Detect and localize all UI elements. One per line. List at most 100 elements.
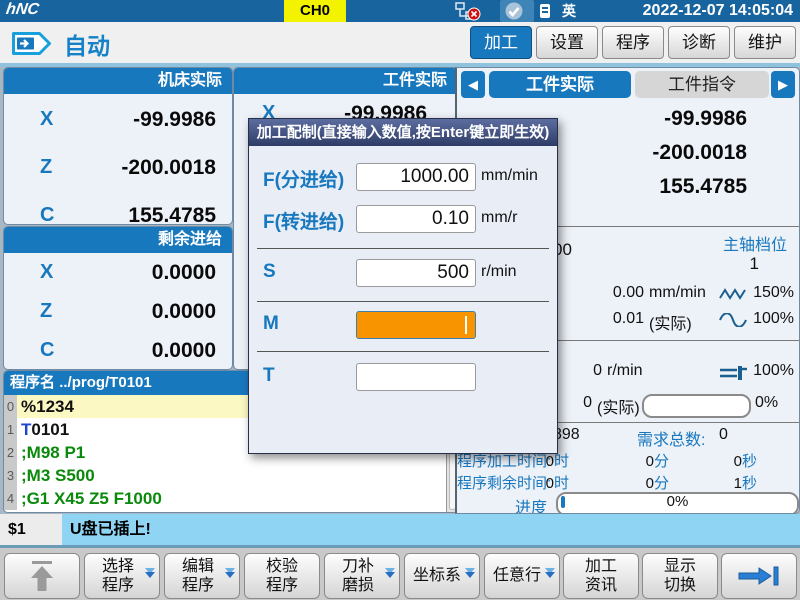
t-code-input[interactable] bbox=[356, 363, 476, 391]
arrow-right-to-end-icon bbox=[737, 564, 781, 588]
edit-program-button[interactable]: 编辑程序 bbox=[164, 553, 240, 599]
feed-per-rev-input[interactable]: 0.10 bbox=[356, 205, 476, 233]
axis-value: -99.9986 bbox=[133, 108, 216, 132]
text-cursor bbox=[465, 316, 467, 334]
tab-diagnosis[interactable]: 诊断 bbox=[668, 26, 730, 59]
next-menu-button[interactable] bbox=[721, 553, 797, 599]
select-program-button[interactable]: 选择程序 bbox=[84, 553, 160, 599]
t-code-label: T bbox=[263, 365, 275, 387]
progress-bar: 0% bbox=[556, 492, 799, 514]
tab-scroll-right-button[interactable]: ▶ bbox=[771, 71, 795, 98]
spindle-speed-label: S bbox=[263, 261, 276, 283]
axis-label: C bbox=[40, 204, 54, 225]
axis-value: 155.4785 bbox=[128, 204, 216, 225]
spindle-override-icon bbox=[719, 365, 751, 381]
remaining-time-row: 程序剩余时间: 0时 0分 1秒 bbox=[457, 472, 799, 490]
axis-label: Z bbox=[40, 300, 52, 323]
workpiece-actual-title: 工件实际 bbox=[234, 68, 457, 94]
axis-label: C bbox=[40, 339, 54, 362]
lang-indicator: 英 bbox=[562, 0, 576, 22]
channel-badge[interactable]: CH0 bbox=[284, 0, 346, 22]
display-switch-button[interactable]: 显示切换 bbox=[642, 553, 718, 599]
cnc-screen: hNC CH0 英 2022-12-07 14:05:04 自动 加工 设置 程… bbox=[0, 0, 800, 600]
softkey-toolbar: 选择程序 编辑程序 校验程序 刀补磨损 坐标系 任意行 加工资讯 显示切换 bbox=[0, 548, 800, 600]
page-up-button[interactable] bbox=[4, 553, 80, 599]
tab-workpiece-actual[interactable]: 工件实际 bbox=[489, 71, 631, 98]
program-line[interactable]: 4 ;G1 X45 Z5 F1000 bbox=[4, 487, 457, 510]
progress-value: 0% bbox=[558, 494, 797, 510]
verify-program-button[interactable]: 校验程序 bbox=[244, 553, 320, 599]
rapid-override-value: 100% bbox=[752, 310, 794, 328]
tab-maintenance[interactable]: 维护 bbox=[734, 26, 796, 59]
axis-row: X -99.9986 bbox=[4, 100, 232, 142]
program-name-label: 程序名 bbox=[10, 374, 55, 391]
tab-machining[interactable]: 加工 bbox=[470, 26, 532, 59]
spindle-override-value: 100% bbox=[752, 362, 794, 380]
line-number: 4 bbox=[4, 487, 17, 510]
progress-row: 进度 0% bbox=[457, 492, 799, 514]
spindle-speed-unit: r/min bbox=[481, 263, 517, 281]
m-code-row: M bbox=[249, 311, 557, 341]
tab-scroll-left-button[interactable]: ◀ bbox=[461, 71, 485, 98]
spindle-gear-value: 1 bbox=[750, 254, 759, 274]
spindle-load-value: 0% bbox=[755, 394, 795, 412]
feed-actual-label: (实际) bbox=[649, 310, 692, 334]
axis-value: 0.0000 bbox=[152, 300, 216, 324]
spindle-speed-input[interactable]: 500 bbox=[356, 259, 476, 287]
axis-row: Z 0.0000 bbox=[4, 294, 232, 331]
axis-row: C 0.0000 bbox=[4, 333, 232, 370]
feed-per-rev-row: F(转进给) 0.10 mm/r bbox=[249, 205, 557, 235]
arrow-up-to-top-icon bbox=[27, 560, 57, 592]
feed-unit: mm/min bbox=[649, 284, 706, 302]
spindle-unit: r/min bbox=[607, 362, 643, 380]
ime-icon bbox=[540, 4, 550, 18]
m-code-label: M bbox=[263, 313, 279, 335]
divider bbox=[257, 301, 549, 302]
chevron-down-icon bbox=[465, 570, 475, 578]
machining-config-dialog: 加工配制(直接输入数值,按Enter键立即生效) F(分进给) 1000.00 … bbox=[248, 118, 558, 454]
spindle-load-bar bbox=[642, 394, 751, 418]
remaining-feed-title: 剩余进给 bbox=[4, 227, 232, 253]
spindle-gear-label: 主轴档位 bbox=[723, 231, 787, 255]
mode-label: 自动 bbox=[64, 27, 110, 61]
line-code: ;M3 S500 bbox=[17, 464, 457, 487]
axis-value: 0.0000 bbox=[152, 261, 216, 285]
m-code-input[interactable] bbox=[356, 311, 476, 339]
axis-label: Z bbox=[40, 156, 52, 179]
feed-override-icon bbox=[719, 287, 747, 301]
divider bbox=[257, 248, 549, 249]
feed-per-minute-unit: mm/min bbox=[481, 167, 538, 185]
tab-workpiece-command[interactable]: 工件指令 bbox=[635, 71, 769, 98]
axis-label: X bbox=[40, 261, 53, 284]
t-code-row: T bbox=[249, 363, 557, 393]
machining-info-button[interactable]: 加工资讯 bbox=[563, 553, 639, 599]
spindle-actual-label: (实际) bbox=[597, 394, 640, 418]
chevron-down-icon bbox=[385, 570, 395, 578]
chevron-down-icon bbox=[145, 570, 155, 578]
axis-row: X 0.0000 bbox=[4, 255, 232, 292]
line-code: ;G1 X45 Z5 F1000 bbox=[17, 487, 457, 510]
coordinate-system-button[interactable]: 坐标系 bbox=[404, 553, 480, 599]
rapid-override-icon bbox=[719, 313, 747, 327]
network-disconnected-icon bbox=[455, 2, 481, 21]
status-bar: $1 U盘已插上! bbox=[0, 514, 800, 545]
tab-settings[interactable]: 设置 bbox=[536, 26, 598, 59]
any-line-button[interactable]: 任意行 bbox=[484, 553, 560, 599]
datetime: 2022-12-07 14:05:04 bbox=[643, 0, 793, 22]
tab-program[interactable]: 程序 bbox=[602, 26, 664, 59]
axis-row: C 155.4785 bbox=[4, 196, 232, 225]
feed-per-minute-input[interactable]: 1000.00 bbox=[356, 163, 476, 191]
demand-total-value: 0 bbox=[719, 426, 728, 444]
divider bbox=[257, 351, 549, 352]
channel-indicator: $1 bbox=[8, 514, 26, 545]
program-line[interactable]: 3 ;M3 S500 bbox=[4, 464, 457, 487]
dialog-titlebar[interactable]: 加工配制(直接输入数值,按Enter键立即生效) bbox=[249, 119, 557, 146]
demand-total-label: 需求总数: bbox=[637, 426, 705, 450]
feed-per-rev-unit: mm/r bbox=[481, 209, 517, 227]
axis-value: -200.0018 bbox=[121, 156, 216, 180]
feed-per-minute-label: F(分进给) bbox=[263, 165, 344, 192]
axis-row: Z -200.0018 bbox=[4, 148, 232, 190]
line-number: 0 bbox=[4, 395, 17, 418]
titlebar: hNC CH0 英 2022-12-07 14:05:04 bbox=[0, 0, 800, 22]
tool-comp-wear-button[interactable]: 刀补磨损 bbox=[324, 553, 400, 599]
